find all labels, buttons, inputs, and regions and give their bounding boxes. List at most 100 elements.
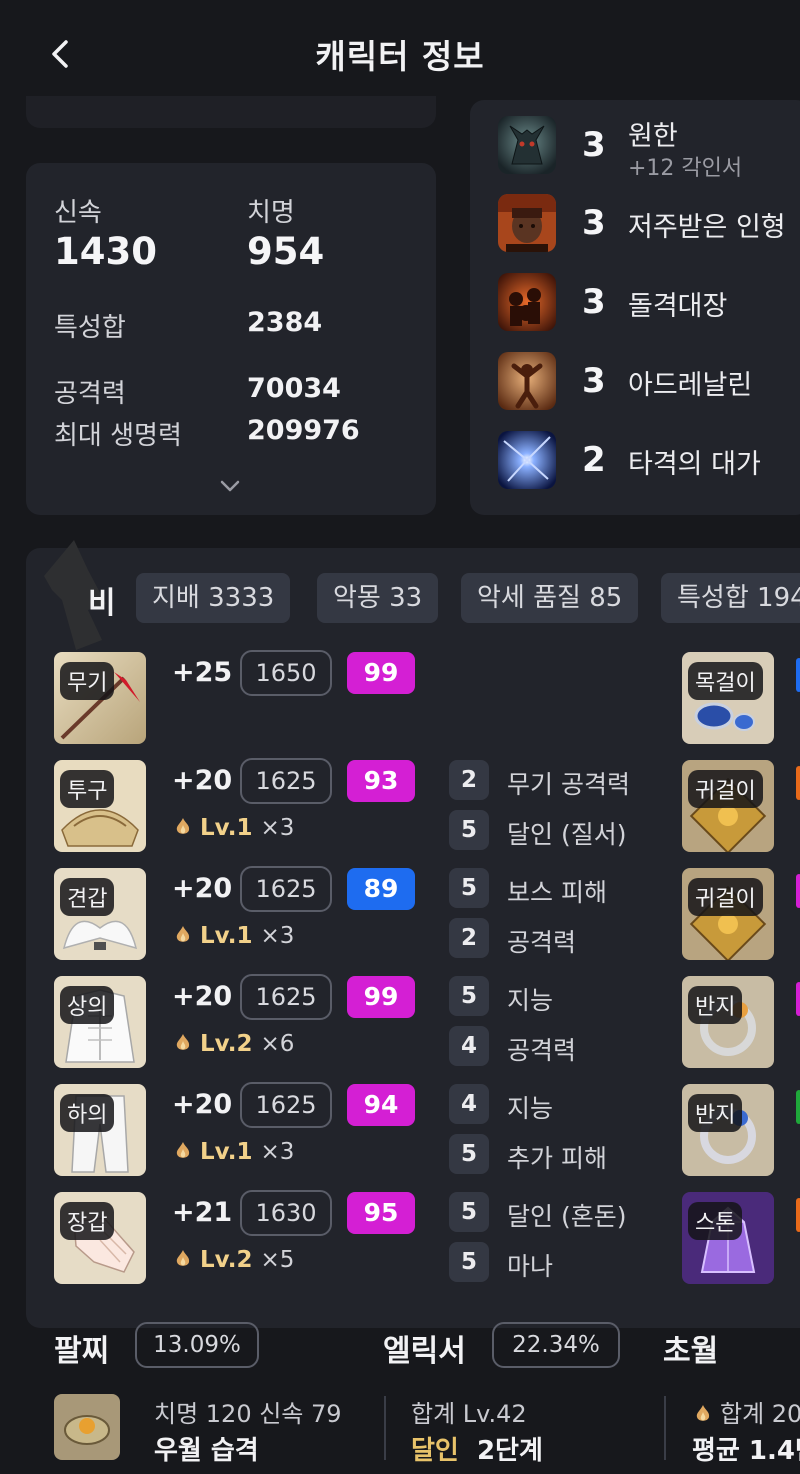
cursed-doll-icon [498, 194, 556, 252]
engraving-level: 3 [582, 125, 606, 165]
elixir-level: 5 [449, 868, 489, 908]
refine-level: +20 [172, 873, 233, 904]
necklace-slot[interactable]: 목걸이 [682, 652, 774, 744]
elixir-name: 무기 공격력 [507, 770, 630, 799]
elixir-set-stage: 2단계 [476, 1436, 543, 1466]
pants-slot[interactable]: 하의 [54, 1084, 146, 1176]
quality-badge: 95 [347, 1192, 415, 1234]
expand-stats-button[interactable] [212, 474, 248, 500]
item-slot-tag: 상의 [60, 986, 115, 1024]
total-stat-label: 특성합 [54, 313, 126, 343]
refine-level: +25 [172, 657, 233, 688]
engraving-name: 돌격대장 [628, 291, 728, 322]
engraving-level: 3 [582, 361, 606, 401]
elixir-level: 4 [449, 1084, 489, 1124]
earring-slot[interactable]: 귀걸이 [682, 760, 774, 852]
max-hp-value: 209976 [247, 415, 360, 446]
transcend-info: Lv.1 ×3 [172, 923, 294, 949]
demon-portrait-icon [498, 116, 556, 174]
bracelet-percent: 13.09% [135, 1322, 259, 1368]
item-slot-tag: 목걸이 [688, 662, 763, 700]
equipment-title: 비 [88, 586, 116, 621]
engraving-level: 2 [582, 440, 606, 480]
elixir-percent: 22.34% [492, 1322, 620, 1368]
item-slot-tag: 무기 [60, 662, 115, 700]
engraving-name: 원한 [628, 121, 678, 152]
bracelet-stats: 치명 120 신속 79 [154, 1400, 342, 1428]
elixir-level: 5 [449, 1134, 489, 1174]
speed-value: 1430 [54, 230, 157, 273]
chip-total-stat[interactable]: 특성합 194 [661, 573, 800, 623]
page-title: 캐릭터 정보 [315, 37, 485, 76]
transcend-info: Lv.1 ×3 [172, 815, 294, 841]
quality-badge: 93 [347, 760, 415, 802]
stone-slot[interactable]: 스톤 [682, 1192, 774, 1284]
helmet-slot[interactable]: 투구 [54, 760, 146, 852]
refine-level: +20 [172, 765, 233, 796]
transcend-info: Lv.2 ×6 [172, 1031, 294, 1057]
raid-captain-icon [498, 273, 556, 331]
item-slot-tag: 하의 [60, 1094, 115, 1132]
elixir-level: 2 [449, 760, 489, 800]
item-slot-tag: 견갑 [60, 878, 115, 916]
elixir-name: 달인 (질서) [507, 820, 627, 849]
bracelet-title: 팔찌 [54, 1334, 110, 1369]
total-stat-value: 2384 [247, 307, 323, 338]
item-level-badge: 1625 [240, 974, 332, 1020]
speed-label: 신속 [54, 198, 102, 228]
accessory-quality-indicator [796, 766, 800, 800]
transcend-flame-icon [176, 1142, 190, 1158]
elixir-level: 4 [449, 1026, 489, 1066]
adrenaline-icon [498, 352, 556, 410]
ring-slot[interactable]: 반지 [682, 1084, 774, 1176]
transcend-title: 초월 [663, 1334, 719, 1369]
shoulder-slot[interactable]: 견갑 [54, 868, 146, 960]
engraving-name: 아드레날린 [628, 370, 753, 401]
elixir-level: 5 [449, 1242, 489, 1282]
transcend-flame-icon [176, 1034, 190, 1050]
refine-level: +20 [172, 981, 233, 1012]
attack-value: 70034 [247, 373, 341, 404]
crit-label: 치명 [247, 198, 295, 228]
transcend-flame-icon [176, 818, 190, 834]
item-level-badge: 1630 [240, 1190, 332, 1236]
item-slot-tag: 장갑 [60, 1202, 115, 1240]
gloves-slot[interactable]: 장갑 [54, 1192, 146, 1284]
ring-slot[interactable]: 반지 [682, 976, 774, 1068]
bracelet-slot[interactable] [54, 1394, 120, 1460]
engraving-level: 3 [582, 203, 606, 243]
elixir-name: 공격력 [507, 928, 577, 957]
elixir-level: 5 [449, 810, 489, 850]
elixir-name: 마나 [507, 1252, 554, 1281]
refine-level: +20 [172, 1089, 233, 1120]
elixir-level: 5 [449, 1192, 489, 1232]
engraving-name: 타격의 대가 [628, 449, 761, 480]
elixir-total: 합계 Lv.42 [411, 1400, 527, 1428]
elixir-level: 2 [449, 918, 489, 958]
elixir-name: 보스 피해 [507, 878, 607, 907]
quality-badge: 94 [347, 1084, 415, 1126]
transcend-total: 합계 20 [692, 1394, 800, 1429]
transcend-flame-icon [176, 926, 190, 942]
weapon-slot[interactable]: 무기 [54, 652, 146, 744]
quality-badge: 89 [347, 868, 415, 910]
attack-label: 공격력 [54, 379, 126, 409]
item-slot-tag: 반지 [688, 986, 743, 1024]
item-slot-tag: 투구 [60, 770, 115, 808]
elixir-name: 지능 [507, 1094, 554, 1123]
divider [664, 1396, 666, 1460]
bracelet-icon [54, 1394, 120, 1460]
refine-level: +21 [172, 1197, 233, 1228]
earring-slot[interactable]: 귀걸이 [682, 868, 774, 960]
accessory-quality-indicator [796, 874, 800, 908]
chip-nightmare[interactable]: 악몽 33 [317, 573, 439, 623]
accessory-quality-indicator [796, 982, 800, 1016]
chip-accessory-quality[interactable]: 악세 품질 85 [461, 573, 639, 623]
elixir-name: 달인 (혼돈) [507, 1202, 627, 1231]
bracelet-effects: 우월 습격 [154, 1436, 259, 1466]
chest-slot[interactable]: 상의 [54, 976, 146, 1068]
quality-badge: 99 [347, 976, 415, 1018]
item-slot-tag: 반지 [688, 1094, 743, 1132]
engraving-level: 3 [582, 282, 606, 322]
chip-dominion[interactable]: 지배 3333 [136, 573, 291, 623]
